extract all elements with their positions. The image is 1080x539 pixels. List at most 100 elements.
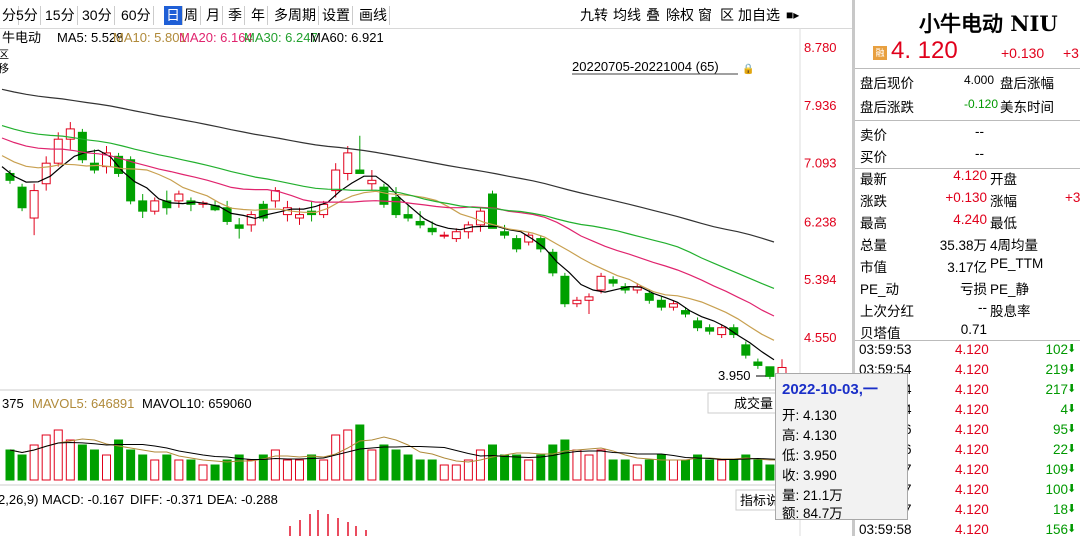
volume-bar	[222, 459, 232, 481]
stat-label2: 开盘	[990, 172, 1017, 187]
candle-body[interactable]	[693, 320, 703, 329]
candle-body[interactable]	[138, 200, 148, 212]
tick-price: 4.120	[955, 402, 989, 417]
candle-body[interactable]	[560, 275, 570, 305]
candle-body[interactable]	[150, 200, 160, 212]
volume-bar	[138, 454, 148, 481]
candle-body[interactable]	[705, 327, 715, 332]
stat-label: 上次分红	[860, 304, 914, 319]
period-tab-2[interactable]: 15分	[43, 6, 78, 25]
volume-bar	[77, 444, 87, 481]
kline-svg[interactable]: 牛电动 MA5: 5.528MA10: 5.801MA20: 6.164MA30:…	[0, 28, 852, 536]
candle-body[interactable]	[741, 344, 751, 356]
toolbar-tool-5[interactable]: 区	[720, 6, 734, 25]
collapse-panel-icon[interactable]: ■▸	[786, 6, 799, 25]
candle-body[interactable]	[644, 292, 654, 301]
period-tab-11[interactable]: 设置	[320, 6, 353, 25]
candle-body[interactable]	[451, 231, 461, 240]
volume-bar	[451, 464, 461, 481]
after-label: 盘后现价	[860, 76, 914, 91]
volume-bar	[668, 459, 678, 481]
toolbar-tool-2[interactable]: 叠	[646, 6, 660, 25]
candle-body[interactable]	[488, 193, 497, 229]
candle-body[interactable]	[608, 279, 618, 284]
candle-body[interactable]	[584, 296, 594, 301]
candle-body[interactable]	[548, 251, 558, 274]
volume-bar	[705, 459, 715, 481]
candle-body[interactable]	[53, 138, 63, 164]
down-arrow-icon: ⬇	[1067, 483, 1077, 495]
candle-body[interactable]	[367, 179, 377, 185]
candle-body[interactable]	[765, 366, 775, 377]
candle-body[interactable]	[343, 152, 353, 174]
volume-bar	[488, 444, 497, 481]
volume-bar	[620, 459, 630, 481]
period-tab-1[interactable]: 5分	[14, 6, 41, 25]
candle-body[interactable]	[89, 162, 99, 171]
volume-bar	[379, 444, 389, 481]
toolbar-tool-3[interactable]: 除权	[666, 6, 694, 25]
candle-body[interactable]	[596, 275, 606, 291]
stat-value: 4.120	[953, 168, 987, 183]
candle-body[interactable]	[77, 131, 87, 161]
after-value: -0.120	[964, 97, 999, 111]
tick-price: 4.120	[955, 462, 989, 477]
candle-body[interactable]	[512, 238, 522, 250]
volume-bar	[126, 449, 136, 481]
period-tab-7[interactable]: 月	[204, 6, 223, 25]
volume-bar	[162, 454, 172, 481]
volume-bar	[415, 459, 425, 481]
candle-body[interactable]	[668, 303, 678, 308]
volume-bar	[536, 454, 546, 481]
candle-body[interactable]	[355, 169, 365, 174]
period-tab-9[interactable]: 年	[249, 6, 268, 25]
toolbar-tool-4[interactable]: 窗	[698, 6, 712, 25]
mavol5-label: MAVOL5: 646891	[32, 396, 134, 411]
tick-price: 4.120	[955, 342, 989, 357]
candle-body[interactable]	[331, 169, 341, 192]
candle-body[interactable]	[29, 190, 39, 219]
candle-body[interactable]	[174, 193, 184, 202]
candle-body[interactable]	[500, 231, 510, 236]
candle-body[interactable]	[439, 234, 449, 237]
volume-bar	[717, 459, 727, 481]
period-tab-8[interactable]: 季	[226, 6, 245, 25]
candle-body[interactable]	[295, 214, 304, 219]
volume-bar	[246, 459, 256, 481]
candle-body[interactable]	[234, 224, 244, 229]
candle-body[interactable]	[403, 214, 413, 219]
kline-chart[interactable]: 牛电动 MA5: 5.528 MA10: 5.801 MA20: 6.164 MA30:…	[0, 28, 852, 536]
stat-label2: PE_静	[990, 282, 1030, 297]
tick-volume: 109	[1045, 462, 1068, 477]
period-tab-6[interactable]: 周	[182, 6, 201, 25]
candle-body[interactable]	[427, 227, 437, 233]
candle-body[interactable]	[753, 361, 763, 366]
candle-body[interactable]	[681, 310, 690, 315]
toolbar-tool-0[interactable]: 九转	[580, 6, 608, 25]
volume-bar	[512, 454, 522, 481]
stat-value2: +3	[1065, 190, 1080, 205]
down-arrow-icon: ⬇	[1067, 503, 1077, 515]
tooltip-low: 低: 3.950	[782, 448, 837, 463]
candle-body[interactable]	[415, 220, 425, 226]
candle-body[interactable]	[656, 299, 666, 308]
candle-body[interactable]	[572, 299, 582, 305]
period-tab-12[interactable]: 画线	[357, 6, 390, 25]
dea-label: DEA: -0.288	[207, 492, 278, 507]
toolbar-tool-1[interactable]: 均线	[613, 6, 641, 25]
candle-body[interactable]	[17, 186, 27, 209]
volume-bar	[560, 439, 570, 481]
tick-volume: 18	[1052, 502, 1068, 517]
toolbar-tool-6[interactable]: 加自选	[738, 6, 780, 25]
after-label2: 美东时间	[1000, 100, 1054, 115]
period-tab-10[interactable]: 多周期	[272, 6, 319, 25]
period-tab-4[interactable]: 60分	[119, 6, 154, 25]
stat-value: --	[978, 300, 987, 315]
candle-body[interactable]	[391, 196, 401, 216]
sep-after-hours	[855, 120, 1080, 121]
candle-body[interactable]	[717, 327, 727, 336]
period-tab-3[interactable]: 30分	[80, 6, 115, 25]
period-tab-5[interactable]: 日	[164, 6, 183, 25]
candle-body[interactable]	[475, 210, 485, 226]
down-arrow-icon: ⬇	[1067, 363, 1077, 375]
